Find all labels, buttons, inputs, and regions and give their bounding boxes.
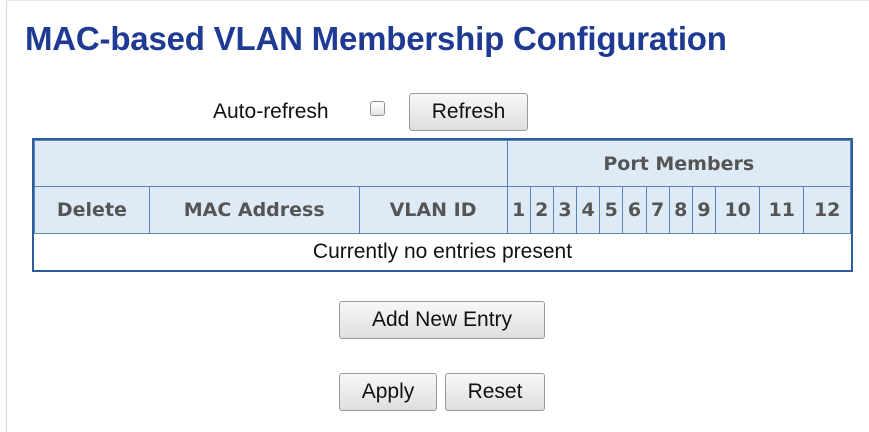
frame-top-border xyxy=(6,0,869,1)
frame-left-border xyxy=(6,0,7,432)
port-header-2: 2 xyxy=(529,186,554,234)
port-header-9: 9 xyxy=(691,186,717,234)
add-new-entry-button[interactable]: Add New Entry xyxy=(339,301,545,339)
empty-message: Currently no entries present xyxy=(34,232,851,270)
header-blank-cell xyxy=(34,139,508,188)
mac-vlan-table: Port Members Delete MAC Address VLAN ID … xyxy=(32,138,853,272)
port-header-5: 5 xyxy=(599,186,624,234)
port-header-7: 7 xyxy=(645,186,670,234)
column-header-row: Delete MAC Address VLAN ID 1 2 3 4 5 6 7… xyxy=(34,186,851,234)
refresh-button[interactable]: Refresh xyxy=(409,93,528,131)
port-header-10: 10 xyxy=(715,186,761,234)
reset-button[interactable]: Reset xyxy=(445,373,545,411)
port-header-8: 8 xyxy=(668,186,693,234)
apply-button[interactable]: Apply xyxy=(339,373,437,411)
port-header-6: 6 xyxy=(622,186,647,234)
port-header-4: 4 xyxy=(576,186,601,234)
port-members-header: Port Members xyxy=(506,139,851,188)
auto-refresh-label: Auto-refresh xyxy=(213,100,329,123)
delete-column-header: Delete xyxy=(34,186,150,234)
port-header-3: 3 xyxy=(552,186,578,234)
vlan-id-column-header: VLAN ID xyxy=(358,186,508,234)
port-header-1: 1 xyxy=(506,186,531,234)
page-title: MAC-based VLAN Membership Configuration xyxy=(25,20,727,57)
port-header-12: 12 xyxy=(803,186,851,234)
empty-row: Currently no entries present xyxy=(34,232,851,270)
auto-refresh-checkbox[interactable] xyxy=(370,101,385,116)
port-header-11: 11 xyxy=(759,186,805,234)
mac-address-column-header: MAC Address xyxy=(148,186,360,234)
refresh-bar: Auto-refresh Refresh xyxy=(0,93,869,133)
